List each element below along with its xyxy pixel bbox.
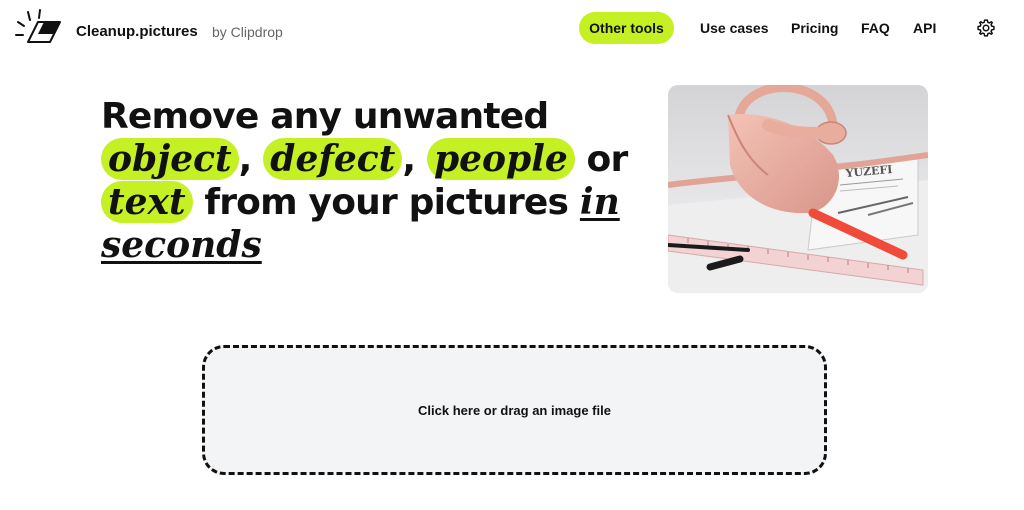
comma: , xyxy=(402,139,416,180)
nav-other-tools-button[interactable]: Other tools xyxy=(579,12,674,44)
headline-line-4: seconds xyxy=(101,224,661,267)
headline-line-3: text from your pictures in xyxy=(101,181,661,224)
brand-name[interactable]: Cleanup.pictures xyxy=(76,23,198,40)
headline-line-1: Remove any unwanted xyxy=(101,96,549,137)
highlight-people: people xyxy=(426,138,575,180)
underline-in: in xyxy=(579,181,620,223)
underline-seconds: seconds xyxy=(101,224,262,266)
nav-faq-link[interactable]: FAQ xyxy=(861,20,890,36)
dropzone-label: Click here or drag an image file xyxy=(418,402,611,418)
image-dropzone[interactable]: Click here or drag an image file xyxy=(202,345,827,475)
headline-or: or xyxy=(586,139,629,180)
nav-api-link[interactable]: API xyxy=(913,20,936,36)
eraser-logo-icon[interactable] xyxy=(14,8,66,48)
header: Cleanup.pictures by Clipdrop Other tools… xyxy=(0,0,1024,60)
nav-pricing-link[interactable]: Pricing xyxy=(791,20,838,36)
headline-from: from your pictures xyxy=(204,182,569,223)
hero-example-image: YUZEFI xyxy=(668,85,928,293)
headline-line-2: object, defect, people or xyxy=(101,138,661,181)
nav-use-cases-link[interactable]: Use cases xyxy=(700,20,769,36)
comma: , xyxy=(238,139,253,180)
highlight-text: text xyxy=(101,181,193,223)
brand-by-clipdrop[interactable]: by Clipdrop xyxy=(212,24,283,40)
gear-icon[interactable] xyxy=(976,18,996,38)
highlight-defect: defect xyxy=(263,138,403,180)
highlight-object: object xyxy=(101,138,239,180)
hero-headline: Remove any unwanted object, defect, peop… xyxy=(101,95,661,267)
